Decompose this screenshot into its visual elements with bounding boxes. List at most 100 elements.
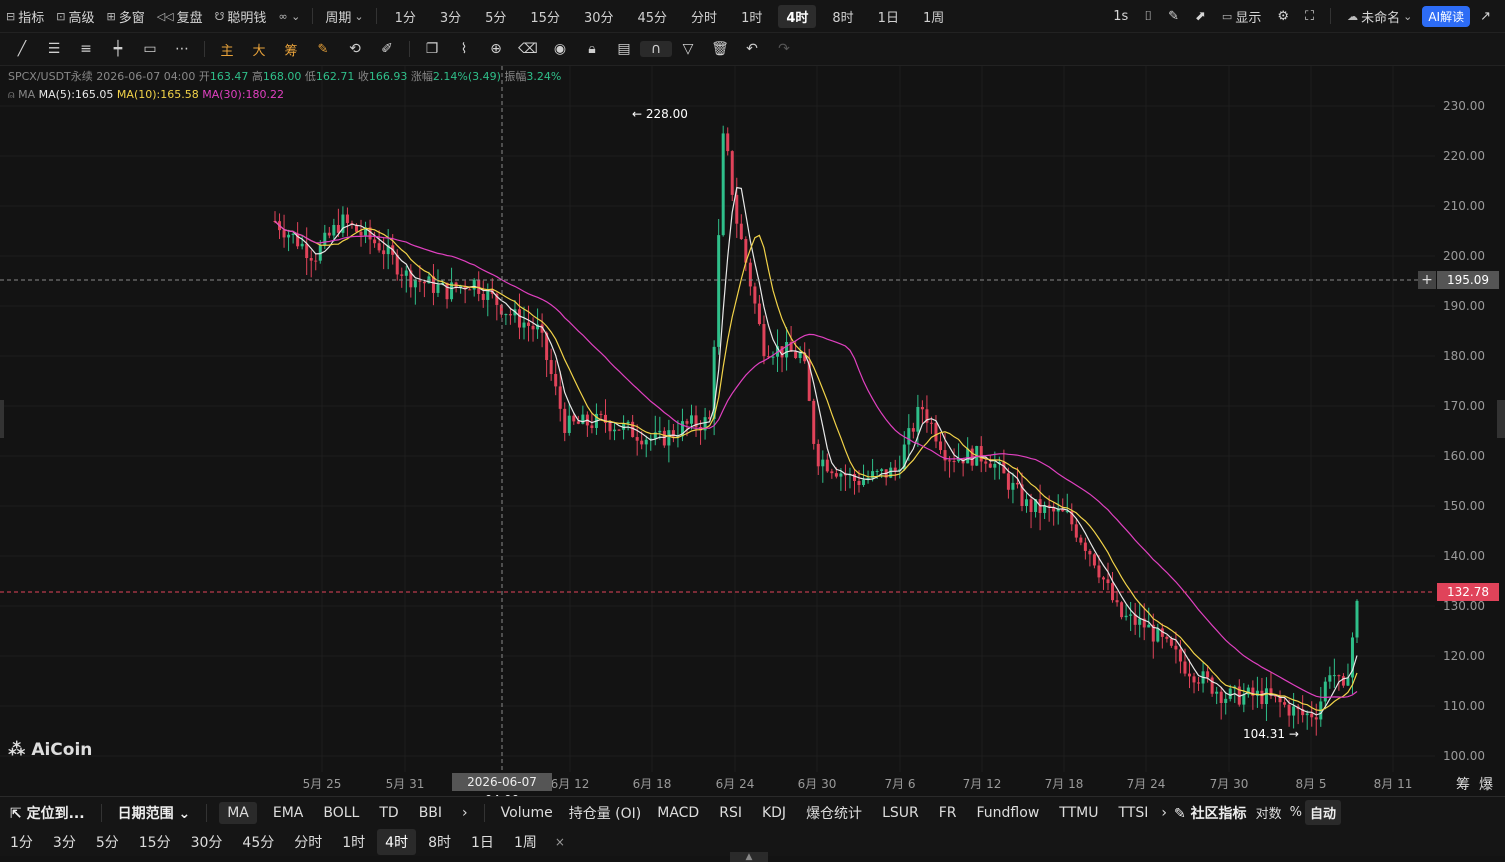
more-tools-icon[interactable]: ⋯ <box>166 41 198 57</box>
horizontal-ray-icon[interactable]: ┿ <box>102 41 134 57</box>
bottom-period-5[interactable]: 45分 <box>232 832 284 852</box>
chips-toggle[interactable]: 筹 <box>1456 774 1470 794</box>
smart-money-button[interactable]: ☋ 聪明钱 <box>209 7 273 26</box>
period-9[interactable]: 8时 <box>820 7 865 26</box>
advanced-button[interactable]: ⊡ 高级 <box>50 7 100 26</box>
percent-toggle[interactable]: % <box>1287 805 1305 820</box>
bottom-period-3[interactable]: 15分 <box>129 832 181 852</box>
chevron-right-icon[interactable]: › <box>1158 805 1170 821</box>
log-scale-toggle[interactable]: 对数 <box>1251 803 1287 822</box>
period-2[interactable]: 5分 <box>473 7 518 26</box>
bottom-period-9[interactable]: 8时 <box>418 832 461 852</box>
sub-indicator-5[interactable]: 爆仓统计 <box>796 803 872 823</box>
share-icon[interactable]: ⬈ <box>1189 9 1212 24</box>
interval-selector[interactable]: 1s <box>1107 9 1134 24</box>
camera-icon[interactable]: ⌷ <box>1138 9 1158 24</box>
fullscreen-icon[interactable]: ⛶ <box>1299 9 1320 24</box>
sub-indicator-0[interactable]: Volume <box>491 805 563 821</box>
period-5[interactable]: 45分 <box>626 7 680 26</box>
main-indicator-1[interactable]: EMA <box>263 805 314 821</box>
magnet-icon[interactable]: ∩ <box>640 41 672 57</box>
sub-indicator-3[interactable]: RSI <box>709 805 752 821</box>
layout-name-dropdown[interactable]: ☁ 未命名 ⌄ <box>1341 7 1418 26</box>
settings-icon[interactable]: ⚙ <box>1271 9 1295 24</box>
bottom-period-2[interactable]: 5分 <box>86 832 129 852</box>
add-alert-icon[interactable]: + <box>1418 271 1436 289</box>
price-chart[interactable] <box>0 66 1505 796</box>
sub-indicator-8[interactable]: Fundflow <box>967 805 1050 821</box>
sub-indicator-6[interactable]: LSUR <box>872 805 929 821</box>
time-axis[interactable]: 5月 25 5月 31 6月 12 6月 18 6月 24 6月 30 7月 6 7月 12 7… <box>0 772 1440 794</box>
edit-icon[interactable]: ✎ <box>307 42 339 57</box>
horizontal-lines-icon[interactable]: ≡ <box>70 41 102 57</box>
parallel-lines-icon[interactable]: ☰ <box>38 41 70 57</box>
period-3[interactable]: 15分 <box>518 7 572 26</box>
cycle-dropdown[interactable]: 周期 ⌄ <box>319 7 369 26</box>
trend-line-icon[interactable]: ╱ <box>6 41 38 57</box>
sync-icon[interactable]: ⟲ <box>339 41 371 57</box>
bottom-period-8[interactable]: 4时 <box>377 829 417 855</box>
eraser-icon[interactable]: ⌫ <box>512 41 544 57</box>
period-6[interactable]: 分时 <box>679 7 729 26</box>
date-range-dropdown[interactable]: 日期范围 ⌄ <box>108 803 201 823</box>
big-order-button[interactable]: 大 <box>243 40 275 59</box>
bottom-period-0[interactable]: 1分 <box>0 832 43 852</box>
sub-indicator-2[interactable]: MACD <box>647 805 709 821</box>
bottom-period-10[interactable]: 1日 <box>461 832 504 852</box>
eye-icon[interactable]: ◉ <box>544 41 576 57</box>
chevron-right-icon[interactable]: › <box>452 805 478 821</box>
period-8[interactable]: 4时 <box>778 4 817 28</box>
undo-icon[interactable]: ↶ <box>736 41 768 57</box>
ai-interpret-button[interactable]: AI解读 <box>1422 5 1471 27</box>
redo-icon[interactable]: ↷ <box>768 41 800 57</box>
sub-indicator-9[interactable]: TTMU <box>1049 805 1108 821</box>
bell-icon[interactable]: ⍝ <box>8 88 15 101</box>
period-7[interactable]: 1时 <box>729 7 774 26</box>
trash-icon[interactable]: 🗑︎ <box>704 41 736 57</box>
multi-window-button[interactable]: ⊞ 多窗 <box>100 7 150 26</box>
zoom-in-icon[interactable]: ⊕ <box>480 41 512 57</box>
filter-icon[interactable]: ▽ <box>672 41 704 57</box>
price-axis[interactable]: 230.00 220.00 210.00 200.00 190.00 180.00 170.… <box>1435 66 1505 772</box>
bottom-period-4[interactable]: 30分 <box>181 832 233 852</box>
sub-indicator-7[interactable]: FR <box>929 805 967 821</box>
sub-indicator-10[interactable]: TTSI <box>1108 805 1158 821</box>
bottom-period-6[interactable]: 分时 <box>284 832 332 852</box>
main-force-button[interactable]: 主 <box>211 40 243 59</box>
display-button[interactable]: ▭ 显示 <box>1216 7 1267 26</box>
period-11[interactable]: 1周 <box>911 7 956 26</box>
template-icon[interactable]: ▤ <box>608 41 640 57</box>
close-icon[interactable]: × <box>547 835 573 849</box>
bottom-period-11[interactable]: 1周 <box>504 832 547 852</box>
compare-button[interactable]: ∞ ⌄ <box>272 10 306 23</box>
copy-icon[interactable]: ❐ <box>416 41 448 57</box>
period-1[interactable]: 3分 <box>428 7 473 26</box>
left-scroll-handle[interactable] <box>0 400 4 438</box>
expand-icon[interactable]: ↗ <box>1474 9 1497 24</box>
main-indicator-4[interactable]: BBI <box>409 805 452 821</box>
chips-button[interactable]: 筹 <box>275 40 307 59</box>
lock-icon[interactable]: 🔒︎ <box>576 41 608 57</box>
liquidation-toggle[interactable]: 爆 <box>1479 774 1493 794</box>
ruler-icon[interactable]: ⌇ <box>448 41 480 57</box>
period-10[interactable]: 1日 <box>866 7 911 26</box>
pen-icon[interactable]: ✎ <box>1162 9 1185 24</box>
main-indicator-0[interactable]: MA <box>219 801 257 824</box>
indicators-button[interactable]: ⊟ 指标 <box>0 7 50 26</box>
right-scroll-handle[interactable] <box>1497 400 1505 438</box>
locate-button[interactable]: ⇱ 定位到... <box>0 803 95 823</box>
bottom-period-7[interactable]: 1时 <box>332 832 375 852</box>
brush-icon[interactable]: ✐ <box>371 41 403 57</box>
community-indicators-button[interactable]: ✎ 社区指标 <box>1170 803 1251 823</box>
replay-button[interactable]: ◁◁ 复盘 <box>151 7 209 26</box>
rectangle-icon[interactable]: ▭ <box>134 41 166 57</box>
bottom-period-1[interactable]: 3分 <box>43 832 86 852</box>
main-indicator-3[interactable]: TD <box>369 805 408 821</box>
period-0[interactable]: 1分 <box>383 7 428 26</box>
main-indicator-2[interactable]: BOLL <box>313 805 369 821</box>
sub-indicator-4[interactable]: KDJ <box>752 805 796 821</box>
period-4[interactable]: 30分 <box>572 7 626 26</box>
collapse-handle[interactable]: ▲ <box>730 852 768 862</box>
auto-scale-toggle[interactable]: 自动 <box>1304 800 1341 825</box>
sub-indicator-1[interactable]: 持仓量 (OI) <box>563 803 648 823</box>
